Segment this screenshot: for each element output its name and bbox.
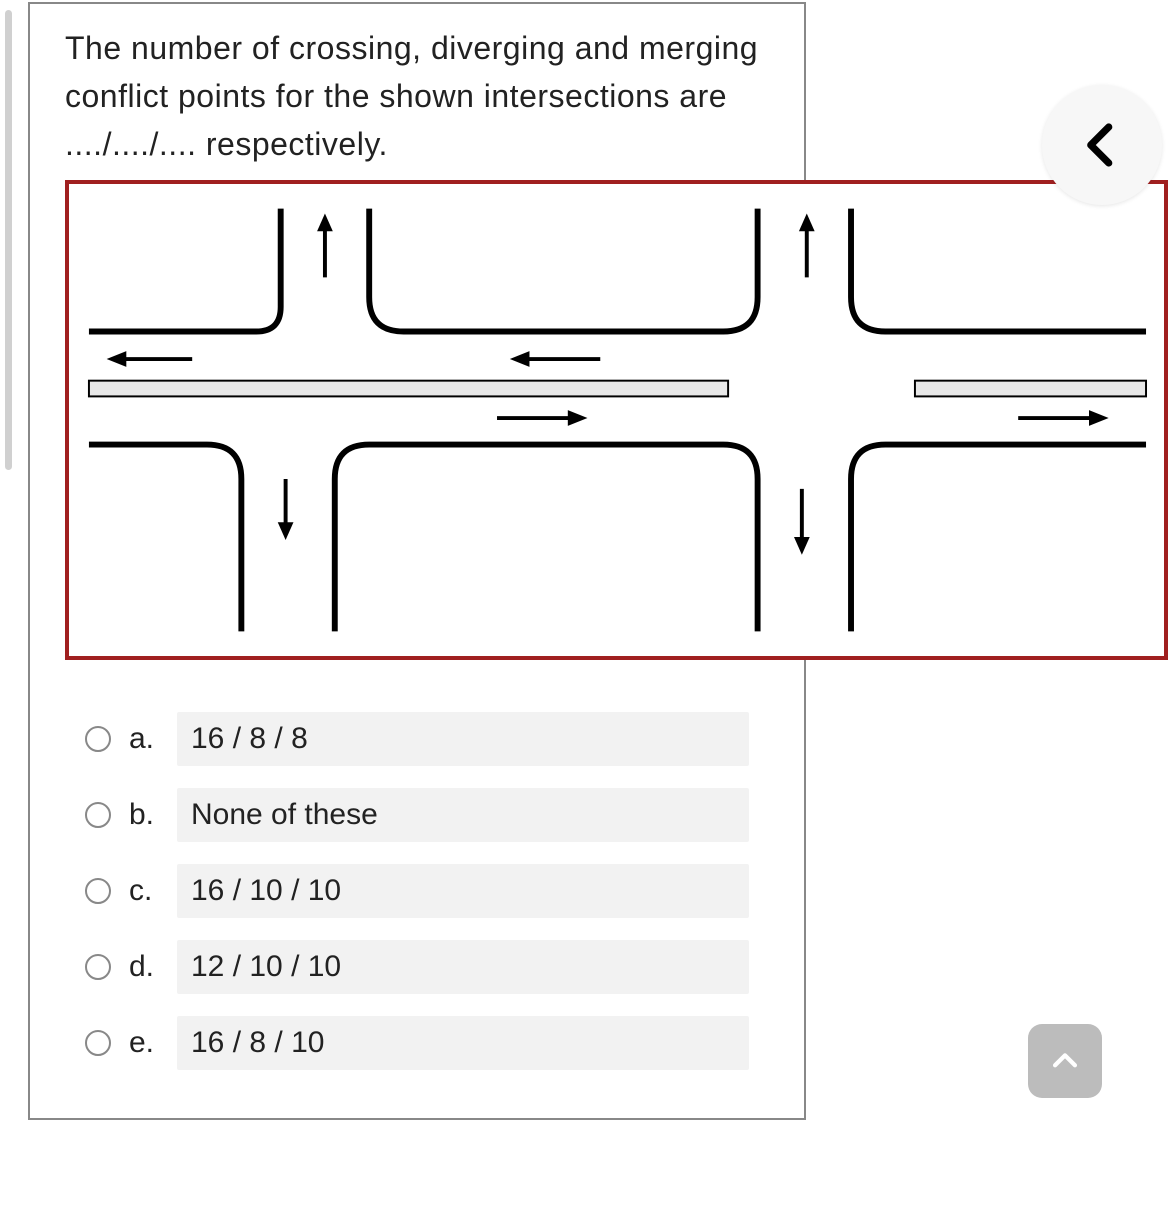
intersection-diagram <box>69 184 1164 656</box>
option-d[interactable]: d. 12 / 10 / 10 <box>85 936 749 998</box>
option-letter: e. <box>129 1026 177 1060</box>
option-letter: a. <box>129 722 177 756</box>
question-text: The number of crossing, diverging and me… <box>30 24 804 178</box>
option-c[interactable]: c. 16 / 10 / 10 <box>85 860 749 922</box>
scroll-indicator <box>5 10 12 470</box>
option-letter: c. <box>129 874 177 908</box>
scroll-top-button[interactable] <box>1028 1024 1102 1098</box>
option-letter: b. <box>129 798 177 832</box>
radio-b[interactable] <box>85 802 111 828</box>
back-button[interactable] <box>1042 85 1162 205</box>
options-list: a. 16 / 8 / 8 b. None of these c. 16 / 1… <box>30 708 804 1074</box>
chevron-up-icon <box>1048 1044 1082 1078</box>
option-text: 16 / 8 / 8 <box>177 712 749 766</box>
option-text: 16 / 10 / 10 <box>177 864 749 918</box>
option-text: None of these <box>177 788 749 842</box>
option-a[interactable]: a. 16 / 8 / 8 <box>85 708 749 770</box>
radio-e[interactable] <box>85 1030 111 1056</box>
intersection-figure <box>65 180 1168 660</box>
radio-d[interactable] <box>85 954 111 980</box>
option-letter: d. <box>129 950 177 984</box>
radio-a[interactable] <box>85 726 111 752</box>
radio-c[interactable] <box>85 878 111 904</box>
option-e[interactable]: e. 16 / 8 / 10 <box>85 1012 749 1074</box>
option-text: 16 / 8 / 10 <box>177 1016 749 1070</box>
option-b[interactable]: b. None of these <box>85 784 749 846</box>
chevron-left-icon <box>1075 118 1129 172</box>
option-text: 12 / 10 / 10 <box>177 940 749 994</box>
